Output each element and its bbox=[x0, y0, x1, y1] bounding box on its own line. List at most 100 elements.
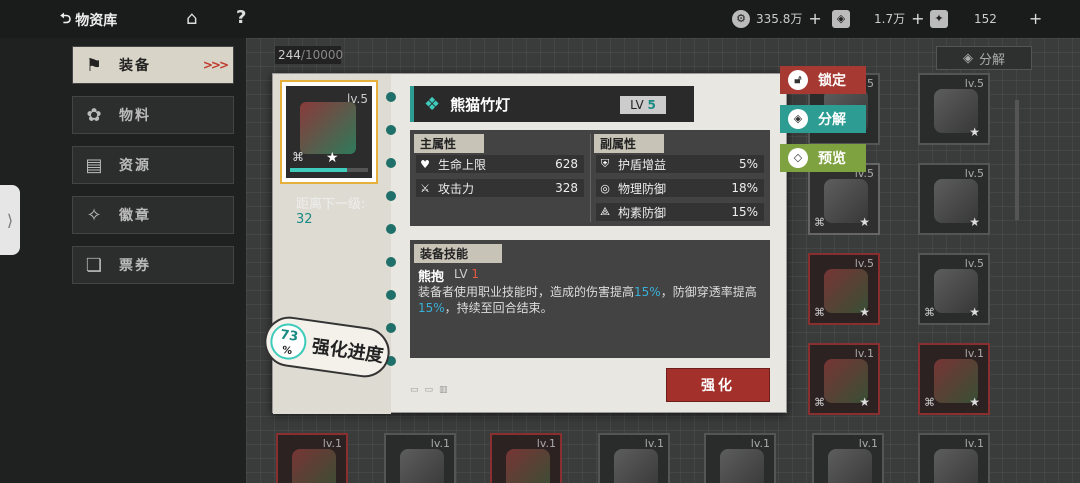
inventory-tile[interactable]: lv.5 ★ bbox=[918, 163, 990, 235]
skill-desc-text: ，防御穿透率提高 bbox=[660, 285, 757, 299]
inventory-tile[interactable]: lv.1 ⌘ ★ bbox=[918, 343, 990, 415]
skill-description: 装备者使用职业技能时，造成的伤害提高15%，防御穿透率提高15%，持续至回合结束… bbox=[418, 284, 764, 316]
stat-value: 5% bbox=[738, 157, 758, 171]
resource-ticket: ✦ 152 + bbox=[930, 9, 1042, 28]
stats-divider bbox=[590, 134, 591, 222]
decompose-icon: ◈ bbox=[788, 109, 808, 129]
strengthen-button[interactable]: 强化 bbox=[666, 368, 770, 402]
emblem-icon: ⌘ bbox=[814, 306, 825, 319]
add-gear-coin-button[interactable]: + bbox=[808, 9, 821, 28]
stat-value: 628 bbox=[555, 157, 578, 171]
item-art bbox=[292, 449, 336, 483]
emblem-icon: ⌘ bbox=[814, 216, 825, 229]
main-stats-header: 主属性 bbox=[414, 134, 485, 153]
lock-button[interactable]: 🔓︎ 锁定 bbox=[780, 66, 866, 94]
sidebar-item-ticket[interactable]: ❏ 票券 bbox=[72, 246, 234, 284]
decompose-button[interactable]: ◈ 分解 bbox=[780, 105, 866, 133]
resource-value: 335.8万 bbox=[756, 12, 803, 26]
skill-desc-text: 装备者使用职业技能时，造成的伤害提高 bbox=[418, 285, 635, 299]
side-drawer-tab[interactable]: ⟩ bbox=[0, 185, 20, 255]
inventory-count: 244 bbox=[278, 48, 301, 62]
home-icon[interactable]: ⌂ bbox=[186, 8, 197, 29]
inventory-capacity: 244/10000 bbox=[275, 46, 343, 64]
exp-bar-fill bbox=[290, 168, 347, 172]
star-icon: ★ bbox=[859, 395, 870, 409]
preview-label: 预览 bbox=[818, 151, 846, 167]
emblem-icon: ⌘ bbox=[924, 306, 935, 319]
item-art bbox=[614, 449, 658, 483]
inventory-tile[interactable]: lv.1 bbox=[918, 433, 990, 483]
stat-name: 护盾增益 bbox=[618, 157, 667, 172]
inventory-tile[interactable]: lv.1 bbox=[704, 433, 776, 483]
inventory-tile[interactable]: lv.1 bbox=[276, 433, 348, 483]
star-icon: ★ bbox=[859, 215, 870, 229]
sidebar-item-equipment[interactable]: ⚑ 装备 >>> bbox=[72, 46, 234, 84]
stamp-icon: ▭ bbox=[410, 385, 419, 395]
main-stat-row: ♥ 生命上限 628 bbox=[416, 155, 584, 173]
panda-lantern-art bbox=[300, 102, 356, 154]
sidebar-item-badge[interactable]: ✧ 徽章 bbox=[72, 196, 234, 234]
star-icon: ★ bbox=[859, 305, 870, 319]
ticket-icon: ✦ bbox=[930, 9, 948, 28]
resource-crystal: ◈ 1.7万 + bbox=[832, 9, 925, 28]
item-art bbox=[934, 449, 978, 483]
category-sidebar: ⚑ 装备 >>> ✿ 物料 ▤ 资源 ✧ 徽章 ❏ 票券 bbox=[72, 46, 234, 296]
enhance-label: 强化进度 bbox=[310, 336, 385, 367]
resource-value: 152 bbox=[974, 11, 997, 26]
skill-level: LV 1 bbox=[454, 267, 479, 281]
star-icon: ★ bbox=[969, 395, 980, 409]
inventory-tile[interactable]: lv.1 ⌘ ★ bbox=[808, 343, 880, 415]
heart-icon: ♥ bbox=[420, 157, 430, 171]
main-stat-row: ⚔ 攻击力 328 bbox=[416, 179, 584, 197]
decorative-stamps: ▭ ▭ ▥ bbox=[410, 380, 550, 400]
sidebar-item-label: 资源 bbox=[119, 158, 151, 174]
inventory-scrollbar[interactable] bbox=[1015, 100, 1019, 220]
next-level-info: 距离下一级: 32 bbox=[296, 193, 365, 227]
enhance-percent-circle: 73 % bbox=[268, 321, 309, 362]
stats-panel: 主属性 副属性 ♥ 生命上限 628 ⚔ 攻击力 328 ⛨ 护盾增益 5% ◎… bbox=[410, 130, 770, 226]
sidebar-item-resource[interactable]: ▤ 资源 bbox=[72, 146, 234, 184]
ring bbox=[386, 290, 396, 300]
shield-boost-icon: ⛨ bbox=[600, 157, 610, 170]
emblem-icon: ⌘ bbox=[814, 396, 825, 409]
ring bbox=[386, 158, 396, 168]
add-ticket-button[interactable]: + bbox=[1029, 9, 1042, 28]
star-icon: ★ bbox=[969, 215, 980, 229]
inventory-tile[interactable]: lv.1 bbox=[598, 433, 670, 483]
resource-icon: ▤ bbox=[85, 154, 105, 176]
skill-desc-text: ，持续至回合结束。 bbox=[444, 301, 553, 315]
exp-bar bbox=[290, 168, 368, 172]
item-art bbox=[720, 449, 764, 483]
add-crystal-button[interactable]: + bbox=[911, 9, 924, 28]
skill-level-prefix: LV bbox=[454, 267, 468, 281]
inventory-tile[interactable]: lv.5 ⌘ ★ bbox=[808, 253, 880, 325]
emblem-icon: ❖ bbox=[424, 93, 441, 115]
inventory-tile[interactable]: lv.1 bbox=[490, 433, 562, 483]
sidebar-item-label: 物料 bbox=[119, 108, 151, 124]
next-level-label: 距离下一级: bbox=[296, 197, 366, 212]
inventory-tile[interactable]: lv.5 ⌘ ★ bbox=[808, 163, 880, 235]
resource-value: 1.7万 bbox=[874, 12, 906, 26]
skill-desc-highlight: 15% bbox=[418, 301, 445, 315]
ring bbox=[386, 92, 396, 102]
item-portrait: lv.5 ⌘ ★ bbox=[286, 86, 372, 178]
lock-icon: 🔓︎ bbox=[788, 70, 808, 90]
inventory-tile[interactable]: lv.1 bbox=[812, 433, 884, 483]
item-art bbox=[400, 449, 444, 483]
bulk-decompose-button[interactable]: ◈ 分解 bbox=[936, 46, 1032, 70]
inventory-tile[interactable]: lv.5 ⌘ ★ bbox=[918, 253, 990, 325]
decompose-icon: ◈ bbox=[962, 50, 973, 66]
sub-stat-row: ◎ 物理防御 18% bbox=[596, 179, 764, 197]
preview-button[interactable]: ◇ 预览 bbox=[780, 144, 866, 172]
back-label: 物资库 bbox=[75, 13, 118, 29]
inventory-tile[interactable]: lv.5 ★ bbox=[918, 73, 990, 145]
item-portrait-card: lv.5 ⌘ ★ bbox=[280, 80, 378, 184]
emblem-icon: ⌘ bbox=[924, 396, 935, 409]
help-icon[interactable]: ? bbox=[236, 7, 246, 28]
ring bbox=[386, 257, 396, 267]
back-button[interactable]: ⮌ 物资库 bbox=[60, 8, 117, 32]
sidebar-item-material[interactable]: ✿ 物料 bbox=[72, 96, 234, 134]
equipment-icon: ⚑ bbox=[85, 54, 105, 76]
inventory-tile[interactable]: lv.1 bbox=[384, 433, 456, 483]
element-icon: ⟁ bbox=[600, 205, 610, 218]
